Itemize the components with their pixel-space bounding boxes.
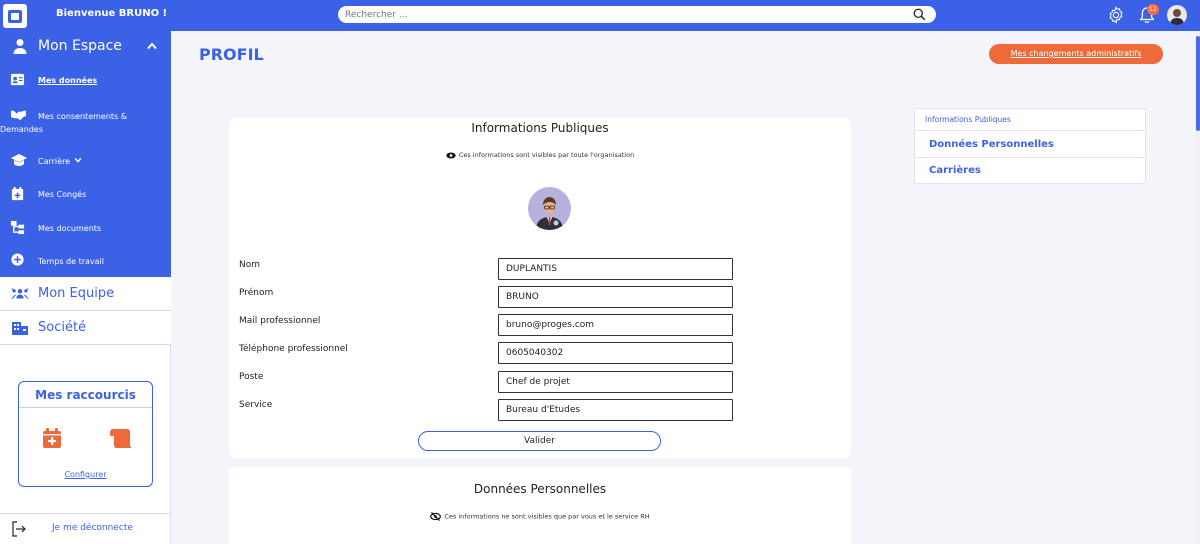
card-note: Ces informations sont visibles par toute…: [229, 151, 851, 159]
sidebar-item-label: Mes Congés: [38, 190, 87, 199]
sidebar-item-temps-de-travail[interactable]: Temps de travail: [0, 253, 171, 268]
search-bar[interactable]: [338, 6, 936, 23]
poste-field[interactable]: [498, 371, 733, 393]
nav-societe[interactable]: Société: [0, 311, 171, 345]
logout-label: Je me déconnecte: [52, 523, 133, 533]
app-logo[interactable]: [3, 4, 27, 28]
top-bar: Bienvenue BRUNO ! 12: [0, 0, 1200, 31]
sidebar-item-label: Mes documents: [38, 224, 102, 233]
field-label-service: Service: [239, 400, 273, 410]
notification-badge: 12: [1147, 4, 1159, 15]
graduation-cap-icon: [11, 154, 27, 166]
nom-field[interactable]: [498, 258, 733, 280]
logout-icon: [12, 521, 26, 537]
sidebar-item-carriere[interactable]: Carrière: [0, 153, 171, 168]
shortcuts-title: Mes raccourcis: [19, 382, 152, 408]
service-field[interactable]: [498, 399, 733, 421]
eye-icon: [446, 152, 456, 158]
shortcuts-panel: Mes raccourcis Configurer: [18, 381, 153, 487]
telephone-field[interactable]: [498, 342, 733, 364]
chevron-down-icon[interactable]: [74, 156, 82, 164]
field-label-telephone: Téléphone professionnel: [239, 344, 348, 354]
sidebar: Mon Espace Mes données Mes consentements…: [0, 31, 171, 544]
sidebar-item-label: Mes données: [38, 76, 98, 85]
scrollbar-thumb[interactable]: [1196, 36, 1200, 131]
nav-label: Mon Equipe: [38, 286, 115, 301]
sidebar-item-label: Carrière: [38, 157, 71, 166]
section-link-informations-publiques[interactable]: Informations Publiques: [915, 109, 1145, 131]
nav-label: Société: [38, 320, 87, 335]
sidebar-item-label: Mes consentements &: [38, 112, 127, 121]
sidebar-item-label-continued: Demandes: [0, 125, 44, 134]
field-label-mail: Mail professionnel: [239, 316, 321, 326]
section-link-carrieres[interactable]: Carrières: [915, 158, 1145, 184]
personal-data-card: Données Personnelles Ces informations ne…: [229, 467, 851, 544]
user-avatar[interactable]: [1167, 5, 1187, 25]
field-label-poste: Poste: [239, 372, 264, 382]
public-info-card: Informations Publiques Ces informations …: [229, 118, 851, 458]
plus-circle-icon: [11, 253, 24, 266]
search-input[interactable]: [345, 8, 905, 21]
field-label-nom: Nom: [239, 260, 261, 270]
sidebar-item-mes-conges[interactable]: Mes Congés: [0, 186, 171, 201]
sidebar-item-consentements[interactable]: Mes consentements & Demandes: [0, 108, 171, 136]
section-link-donnees-personnelles[interactable]: Données Personnelles: [915, 132, 1145, 158]
configure-link[interactable]: Configurer: [19, 470, 152, 479]
calendar-plus-icon[interactable]: [41, 427, 63, 449]
card-note-text: Ces informations ne sont visibles que pa…: [444, 512, 650, 521]
handshake-icon: [11, 110, 26, 121]
sidebar-item-mes-documents[interactable]: Mes documents: [0, 220, 171, 235]
section-navigator: Informations Publiques Données Personnel…: [914, 108, 1146, 184]
sidebar-item-mes-donnees[interactable]: Mes données: [0, 72, 171, 87]
sidebar-section-mon-espace[interactable]: Mon Espace: [0, 31, 171, 61]
admin-changes-button[interactable]: Mes changements administratifs: [989, 44, 1163, 64]
welcome-text: Bienvenue BRUNO !: [56, 8, 168, 19]
sidebar-item-label: Temps de travail: [38, 257, 104, 266]
logout-button[interactable]: Je me déconnecte: [0, 513, 171, 544]
eye-slash-icon: [430, 512, 442, 521]
mail-field[interactable]: [498, 314, 733, 336]
prenom-field[interactable]: [498, 286, 733, 308]
id-card-icon: [10, 73, 25, 86]
page-title: PROFIL: [199, 45, 264, 64]
profile-avatar[interactable]: [528, 187, 571, 230]
chevron-up-icon[interactable]: [146, 40, 158, 52]
card-note: Ces informations ne sont visibles que pa…: [229, 512, 851, 521]
card-title: Données Personnelles: [473, 482, 607, 496]
section-title: Mon Espace: [38, 38, 122, 54]
building-icon: [12, 322, 28, 335]
validate-button[interactable]: Valider: [418, 431, 661, 451]
sitemap-icon: [10, 220, 25, 235]
card-title: Informations Publiques: [471, 121, 609, 135]
card-note-text: Ces informations sont visibles par toute…: [458, 151, 635, 159]
scroll-icon[interactable]: [107, 426, 133, 450]
sidebar-mon-espace-panel: Mon Espace Mes données Mes consentements…: [0, 31, 171, 277]
team-icon: [11, 288, 29, 299]
gear-icon[interactable]: [1107, 6, 1125, 24]
nav-mon-equipe[interactable]: Mon Equipe: [0, 277, 171, 311]
user-icon: [13, 39, 27, 54]
calendar-plus-icon: [11, 186, 24, 201]
field-label-prenom: Prénom: [239, 288, 274, 298]
search-icon[interactable]: [913, 8, 926, 21]
